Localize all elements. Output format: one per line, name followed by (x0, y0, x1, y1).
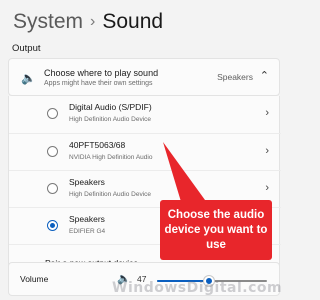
watermark: WindowsDigital.com (112, 280, 283, 296)
callout-annotation: Choose the audio device you want to use (160, 200, 272, 260)
callout-pointer-shape (163, 142, 205, 205)
